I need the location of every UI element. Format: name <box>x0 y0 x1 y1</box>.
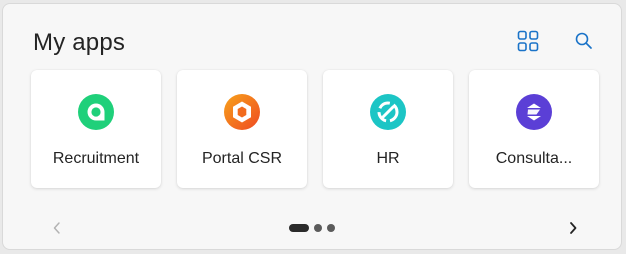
chevron-right-icon <box>570 222 577 234</box>
card-title: My apps <box>33 29 126 56</box>
previous-page-button[interactable] <box>47 218 67 238</box>
hr-app-icon <box>370 94 406 130</box>
app-tile-consulta[interactable]: Consulta... <box>469 70 599 188</box>
app-name: HR <box>376 150 400 167</box>
search-button[interactable] <box>571 28 597 54</box>
search-icon <box>575 32 592 49</box>
page-dot[interactable] <box>314 224 322 232</box>
app-grid-button[interactable] <box>515 28 541 54</box>
page-dot-active[interactable] <box>289 224 309 232</box>
app-tiles: Recruitment Portal CSR HR Consulta... <box>31 70 601 188</box>
app-name: Recruitment <box>52 150 140 167</box>
app-grid-icon <box>517 30 539 52</box>
app-name: Portal CSR <box>201 150 283 167</box>
next-page-button[interactable] <box>563 218 583 238</box>
portal-csr-app-icon <box>224 94 260 130</box>
page-dot[interactable] <box>327 224 335 232</box>
app-tile-recruitment[interactable]: Recruitment <box>31 70 161 188</box>
app-name: Consulta... <box>495 150 573 167</box>
recruitment-app-icon <box>78 94 114 130</box>
my-apps-card: My apps Recruitment Portal CSR HR Consul… <box>2 3 622 250</box>
page-indicator <box>289 224 335 232</box>
chevron-left-icon <box>53 222 60 234</box>
app-tile-hr[interactable]: HR <box>323 70 453 188</box>
app-tile-portal-csr[interactable]: Portal CSR <box>177 70 307 188</box>
consulta-app-icon <box>516 94 552 130</box>
